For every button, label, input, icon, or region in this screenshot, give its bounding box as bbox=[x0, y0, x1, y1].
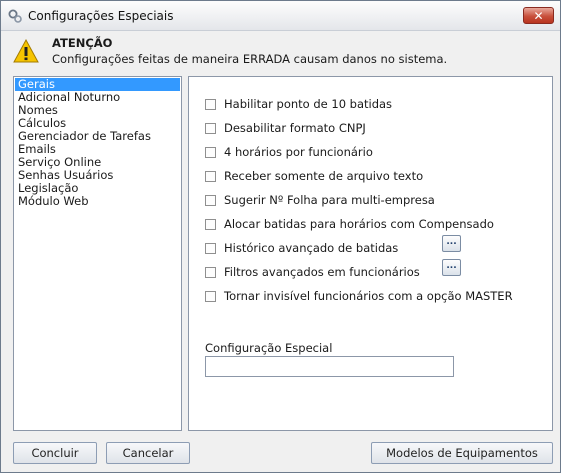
window-title: Configurações Especiais bbox=[28, 9, 174, 23]
checkbox[interactable] bbox=[205, 218, 216, 230]
checkbox[interactable] bbox=[205, 122, 216, 134]
category-item-modulo-web[interactable]: Módulo Web bbox=[14, 195, 181, 208]
option-label: Receber somente de arquivo texto bbox=[224, 169, 424, 183]
checkbox[interactable] bbox=[205, 194, 216, 206]
option-label: Filtros avançados em funcionários bbox=[224, 265, 420, 279]
option-label: Habilitar ponto de 10 batidas bbox=[224, 97, 393, 111]
warning-message: Configurações feitas de maneira ERRADA c… bbox=[52, 52, 448, 66]
settings-panel: Habilitar ponto de 10 batidas Desabilita… bbox=[188, 76, 553, 431]
modelos-equipamentos-button[interactable]: Modelos de Equipamentos bbox=[371, 442, 553, 464]
option-filtros-avancados[interactable]: Filtros avançados em funcionários bbox=[205, 264, 420, 280]
title-bar[interactable]: Configurações Especiais ✕ bbox=[1, 1, 560, 31]
option-habilitar-10-batidas[interactable]: Habilitar ponto de 10 batidas bbox=[205, 96, 392, 112]
checkbox[interactable] bbox=[205, 98, 216, 110]
option-desabilitar-cnpj[interactable]: Desabilitar formato CNPJ bbox=[205, 120, 366, 136]
option-4-horarios[interactable]: 4 horários por funcionário bbox=[205, 144, 373, 160]
dialog-window: Configurações Especiais ✕ ATENÇÃO Config… bbox=[0, 0, 561, 473]
checkbox[interactable] bbox=[205, 146, 216, 158]
option-label: 4 horários por funcionário bbox=[224, 145, 373, 159]
option-label: Histórico avançado de batidas bbox=[224, 241, 399, 255]
filtros-more-button[interactable]: ... bbox=[442, 259, 461, 276]
close-button[interactable]: ✕ bbox=[523, 7, 554, 24]
option-label: Sugerir Nº Folha para multi-empresa bbox=[224, 193, 435, 207]
option-sugerir-folha[interactable]: Sugerir Nº Folha para multi-empresa bbox=[205, 192, 435, 208]
settings-app-icon bbox=[8, 9, 22, 23]
special-config-input[interactable] bbox=[205, 356, 454, 377]
option-alocar-batidas[interactable]: Alocar batidas para horários com Compens… bbox=[205, 216, 494, 232]
option-label: Alocar batidas para horários com Compens… bbox=[224, 217, 494, 231]
option-label: Desabilitar formato CNPJ bbox=[224, 121, 366, 135]
option-receber-arquivo-texto[interactable]: Receber somente de arquivo texto bbox=[205, 168, 423, 184]
special-config-label: Configuração Especial bbox=[205, 341, 333, 355]
option-tornar-invisivel-master[interactable]: Tornar invisível funcionários com a opçã… bbox=[205, 288, 513, 304]
concluir-button[interactable]: Concluir bbox=[13, 442, 97, 464]
warning-icon bbox=[13, 38, 39, 63]
option-label: Tornar invisível funcionários com a opçã… bbox=[224, 289, 513, 303]
checkbox[interactable] bbox=[205, 290, 216, 302]
category-list[interactable]: Gerais Adicional Noturno Nomes Cálculos … bbox=[13, 76, 182, 431]
historico-more-button[interactable]: ... bbox=[442, 235, 461, 252]
warning-title: ATENÇÃO bbox=[52, 36, 113, 50]
option-historico-avancado[interactable]: Histórico avançado de batidas bbox=[205, 240, 398, 256]
checkbox[interactable] bbox=[205, 170, 216, 182]
cancelar-button[interactable]: Cancelar bbox=[106, 442, 190, 464]
checkbox[interactable] bbox=[205, 242, 216, 254]
checkbox[interactable] bbox=[205, 266, 216, 278]
